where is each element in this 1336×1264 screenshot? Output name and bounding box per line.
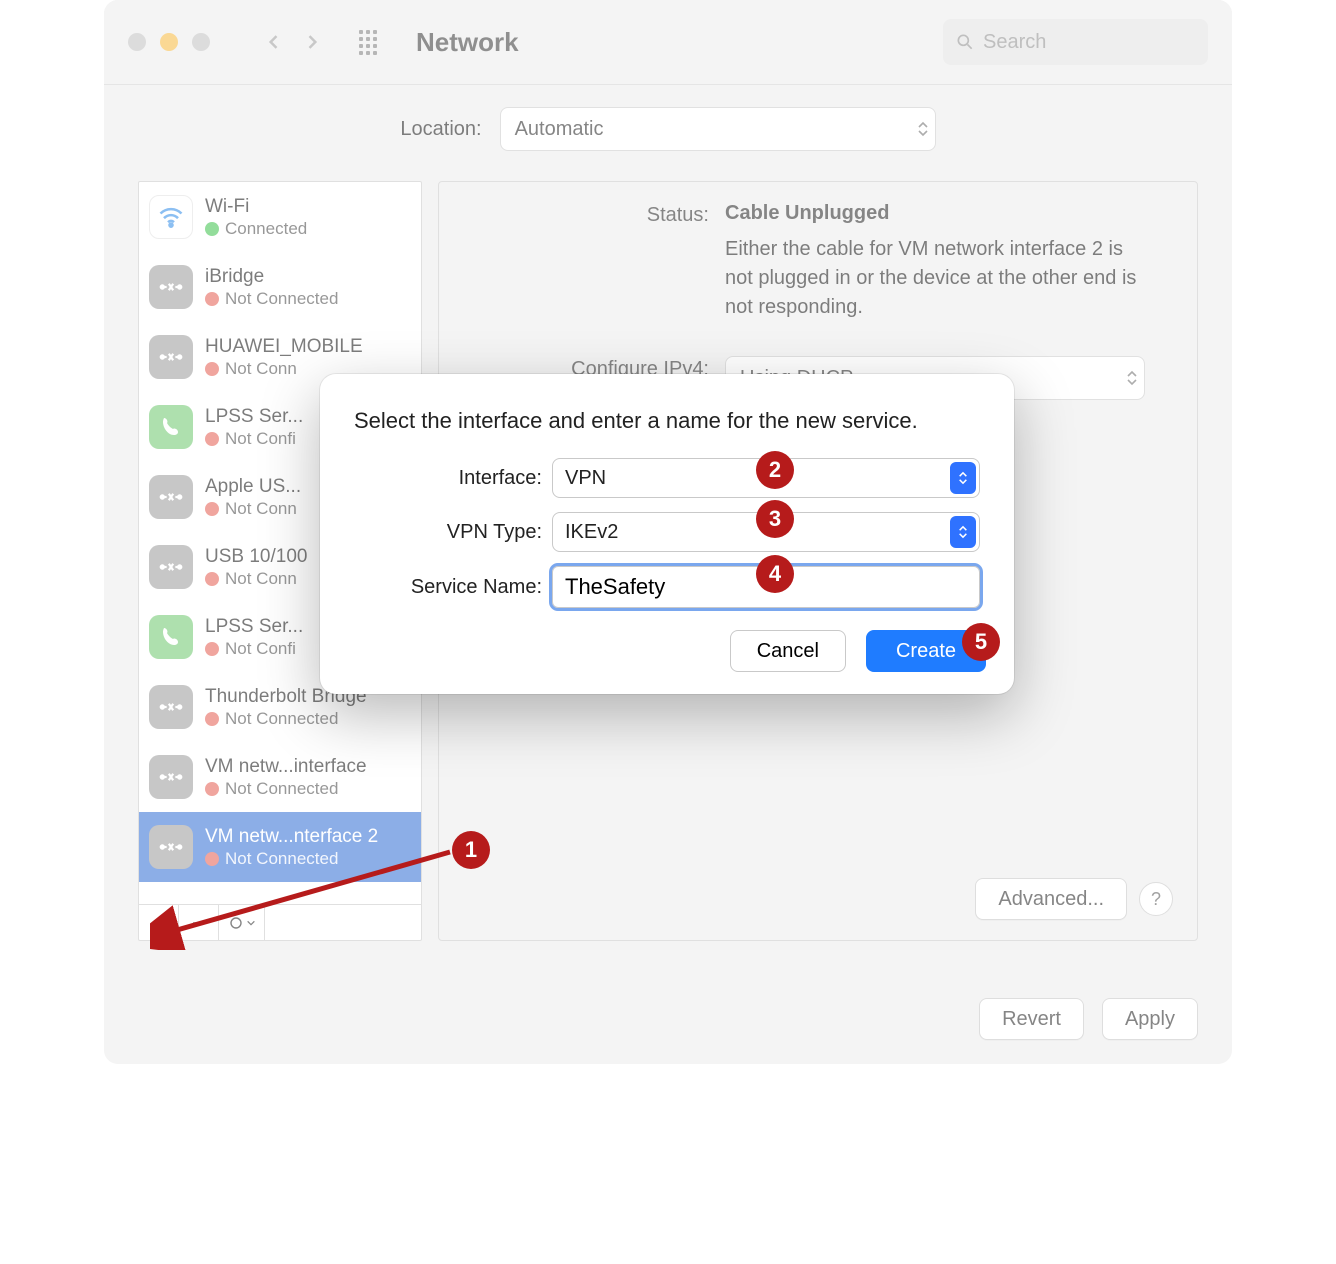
sidebar-item-status: Not Connected — [225, 778, 338, 799]
vpn-type-value: IKEv2 — [565, 521, 618, 544]
annotation-badge-5: 5 — [962, 623, 1000, 661]
chevron-updown-icon — [917, 121, 929, 137]
window-controls — [128, 33, 210, 51]
ethernet-icon — [149, 475, 193, 519]
sidebar-item-label: VM netw...interface — [205, 755, 367, 779]
ethernet-icon — [149, 265, 193, 309]
sidebar-item-status: Not Confi — [225, 428, 296, 449]
chevron-updown-icon — [950, 462, 976, 494]
status-dot-icon — [205, 782, 219, 796]
close-window-button[interactable] — [128, 33, 146, 51]
revert-button[interactable]: Revert — [979, 998, 1084, 1040]
status-dot-icon — [205, 432, 219, 446]
annotation-badge-3: 3 — [756, 500, 794, 538]
sidebar-item-label: LPSS Ser... — [205, 405, 303, 429]
search-placeholder: Search — [983, 31, 1046, 54]
ethernet-icon — [149, 335, 193, 379]
interface-label: Interface: — [354, 467, 542, 490]
sidebar-item-status: Not Conn — [225, 358, 297, 379]
location-row: Location: Automatic — [104, 85, 1232, 181]
sidebar-item-label: LPSS Ser... — [205, 615, 303, 639]
sidebar-item-label: iBridge — [205, 265, 338, 289]
ethernet-icon — [149, 755, 193, 799]
status-dot-icon — [205, 502, 219, 516]
cancel-button[interactable]: Cancel — [730, 630, 846, 672]
titlebar: Network Search — [104, 0, 1232, 85]
location-value: Automatic — [515, 118, 604, 141]
interface-value: VPN — [565, 467, 606, 490]
search-input[interactable]: Search — [943, 19, 1208, 65]
sidebar-item-label: Wi-Fi — [205, 195, 307, 219]
annotation-badge-2: 2 — [756, 451, 794, 489]
status-dot-icon — [205, 572, 219, 586]
vpn-type-label: VPN Type: — [354, 521, 542, 544]
phone-icon — [149, 615, 193, 659]
forward-button[interactable] — [298, 28, 326, 56]
window-title: Network — [416, 27, 933, 58]
sidebar-item-status: Not Conn — [225, 568, 297, 589]
zoom-window-button[interactable] — [192, 33, 210, 51]
status-dot-icon — [205, 642, 219, 656]
sidebar-item-status: Connected — [225, 218, 307, 239]
status-dot-icon — [205, 362, 219, 376]
wifi-icon — [149, 195, 193, 239]
status-value: Cable Unplugged — [725, 202, 1155, 225]
sidebar-item-wifi[interactable]: Wi-Fi Connected — [139, 182, 421, 252]
location-label: Location: — [400, 118, 481, 141]
help-button[interactable]: ? — [1139, 882, 1173, 916]
sidebar-item-label: USB 10/100 — [205, 545, 307, 569]
sidebar-item-status: Not Conn — [225, 498, 297, 519]
status-dot-icon — [205, 712, 219, 726]
sidebar-item-status: Not Connected — [225, 708, 338, 729]
sidebar-item-status: Not Connected — [225, 288, 338, 309]
chevron-updown-icon — [950, 516, 976, 548]
sidebar-item-label: HUAWEI_MOBILE — [205, 335, 363, 359]
minimize-window-button[interactable] — [160, 33, 178, 51]
status-description: Either the cable for VM network interfac… — [725, 235, 1155, 322]
back-button[interactable] — [260, 28, 288, 56]
service-name-label: Service Name: — [354, 576, 542, 599]
status-dot-icon — [205, 222, 219, 236]
modal-title: Select the interface and enter a name fo… — [354, 408, 980, 434]
ethernet-icon — [149, 545, 193, 589]
location-select[interactable]: Automatic — [500, 107, 936, 151]
sidebar-item-vm1[interactable]: VM netw...interface Not Connected — [139, 742, 421, 812]
annotation-badge-4: 4 — [756, 555, 794, 593]
chevron-updown-icon — [1126, 370, 1138, 386]
sidebar-item-label: Apple US... — [205, 475, 301, 499]
show-all-icon[interactable] — [358, 29, 384, 55]
phone-icon — [149, 405, 193, 449]
advanced-button[interactable]: Advanced... — [975, 878, 1127, 920]
sidebar-item-ibridge[interactable]: iBridge Not Connected — [139, 252, 421, 322]
sidebar-item-status: Not Confi — [225, 638, 296, 659]
new-service-modal: Select the interface and enter a name fo… — [320, 374, 1014, 694]
status-dot-icon — [205, 292, 219, 306]
ethernet-icon — [149, 685, 193, 729]
apply-button[interactable]: Apply — [1102, 998, 1198, 1040]
annotation-arrow — [150, 840, 470, 950]
status-label: Status: — [469, 202, 709, 322]
annotation-badge-1: 1 — [452, 831, 490, 869]
